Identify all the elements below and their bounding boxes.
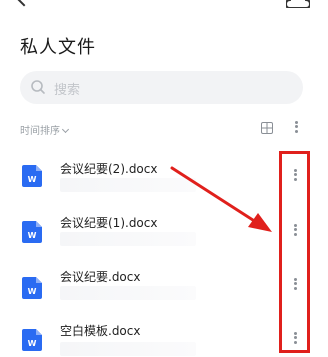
word-file-icon: W [22, 165, 42, 187]
file-meta [60, 178, 196, 192]
search-placeholder: 搜索 [54, 83, 81, 98]
cloud-sync-icon[interactable] [286, 0, 310, 8]
page-title: 私人文件 [20, 37, 96, 58]
svg-text:W: W [28, 339, 37, 348]
file-name: 会议纪要(1).docx [60, 216, 158, 230]
word-file-icon: W [22, 221, 42, 243]
file-name: 空白模板.docx [60, 324, 141, 338]
file-name: 会议纪要(2).docx [60, 162, 158, 176]
svg-text:W: W [28, 231, 37, 240]
chevron-down-icon [61, 125, 70, 134]
annotation-highlight-box [279, 151, 310, 353]
word-file-icon: W [22, 329, 42, 351]
grid-view-icon[interactable] [261, 122, 273, 134]
word-file-icon: W [22, 277, 42, 299]
file-meta [60, 232, 196, 246]
file-meta [60, 286, 196, 300]
more-options-icon[interactable] [293, 120, 299, 136]
search-bar[interactable]: 搜索 [20, 71, 303, 104]
sort-dropdown[interactable]: 时间排序 [20, 122, 70, 137]
svg-text:W: W [28, 175, 37, 184]
file-meta [60, 342, 196, 356]
svg-text:W: W [28, 287, 37, 296]
back-icon[interactable] [15, 0, 33, 7]
search-icon [31, 80, 45, 94]
file-name: 会议纪要.docx [60, 270, 141, 284]
sort-label: 时间排序 [20, 126, 60, 137]
